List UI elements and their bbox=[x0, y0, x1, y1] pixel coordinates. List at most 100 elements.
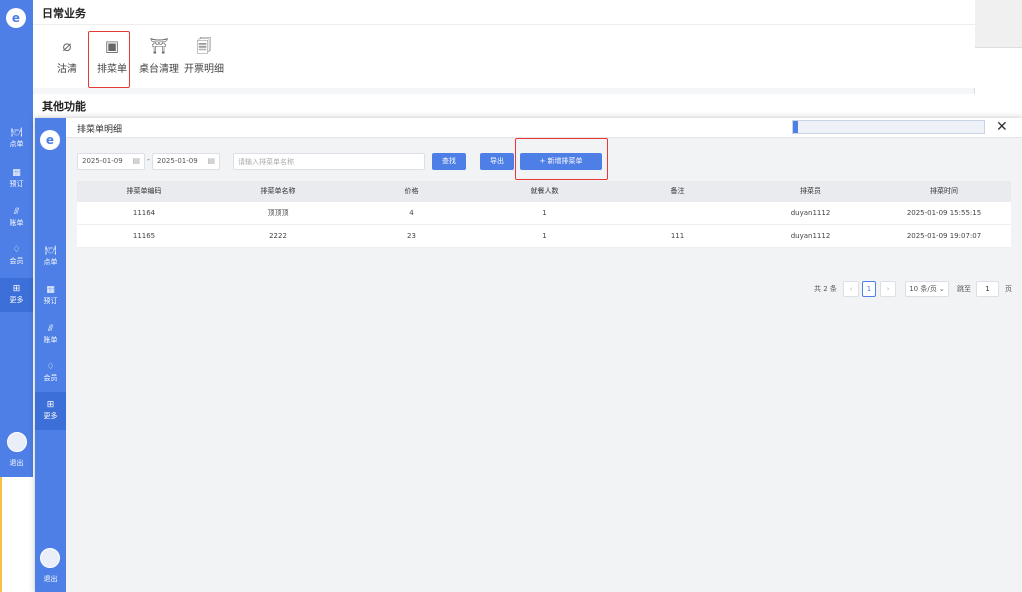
table-clean-icon: ⛩ bbox=[149, 37, 169, 55]
back-sidebar-item-reserve[interactable]: ▦ 预订 bbox=[0, 168, 33, 189]
biz-item-soldout[interactable]: ⌀ 沽清 bbox=[44, 36, 90, 75]
goto-label: 跳至 bbox=[957, 285, 971, 293]
window-edge bbox=[0, 477, 5, 592]
highlight-box bbox=[88, 31, 130, 88]
member-icon: ♢ bbox=[46, 362, 55, 372]
end-date-input[interactable]: 2025-01-09 ▤ bbox=[152, 153, 220, 170]
section-title-other: 其他功能 bbox=[42, 100, 86, 113]
calendar-icon: ▤ bbox=[207, 156, 215, 165]
sidebar-label: 账单 bbox=[43, 336, 58, 344]
sidebar-label: 账单 bbox=[9, 219, 24, 227]
page-unit-label: 页 bbox=[1005, 285, 1012, 293]
content-area: 2025-01-09 ▤ - 2025-01-09 ▤ 请输入排菜单名称 查找 … bbox=[66, 138, 1022, 592]
menu-table: 排菜单编码 排菜单名称 价格 就餐人数 备注 排菜员 排菜时间 11164 顶顶… bbox=[77, 181, 1011, 248]
end-date-value: 2025-01-09 bbox=[157, 157, 198, 165]
close-icon[interactable]: ✕ bbox=[996, 118, 1008, 136]
app-logo: e bbox=[40, 130, 60, 150]
avatar[interactable] bbox=[7, 432, 27, 452]
reserve-icon: ▦ bbox=[12, 168, 21, 178]
sidebar-item-more[interactable]: ⊞ 更多 bbox=[35, 392, 66, 430]
receipt-icon: 🗐 bbox=[196, 37, 212, 55]
column-header: 排菜单编码 bbox=[126, 187, 162, 195]
table-row[interactable]: 11164 顶顶顶 4 1 duyan1112 2025-01-09 15:55… bbox=[77, 202, 1011, 225]
column-header: 排菜单名称 bbox=[260, 187, 296, 195]
sidebar-label: 更多 bbox=[9, 296, 24, 304]
reserve-icon: ▦ bbox=[46, 285, 55, 295]
table-cell: 2025-01-09 19:07:07 bbox=[906, 232, 982, 240]
menu-name-search-input[interactable]: 请输入排菜单名称 bbox=[233, 153, 425, 170]
title-bar: 排菜单明细 ✕ bbox=[66, 118, 1022, 138]
grid-icon: ⊞ bbox=[12, 284, 21, 294]
table-cell: 顶顶顶 bbox=[267, 209, 289, 217]
member-icon: ♢ bbox=[12, 245, 21, 255]
table-row[interactable]: 11165 2222 23 1 111 duyan1112 2025-01-09… bbox=[77, 225, 1011, 248]
table-cell: duyan1112 bbox=[790, 232, 831, 240]
back-sidebar-item-bill[interactable]: ⫻ 账单 bbox=[0, 207, 33, 228]
front-sidebar: e 🍽 点单 ▦ 预订 ⫻ 账单 ♢ 会员 ⊞ 更多 退出 bbox=[35, 118, 66, 592]
floating-toolbar[interactable] bbox=[792, 120, 985, 134]
back-sidebar-item-order[interactable]: 🍽 点单 bbox=[0, 128, 33, 149]
biz-item-label: 桌台清理 bbox=[139, 64, 179, 75]
page-number-1[interactable]: 1 bbox=[862, 281, 876, 297]
divider bbox=[33, 24, 975, 25]
table-cell: 1 bbox=[542, 232, 547, 240]
daily-business-card: 日常业务 ⌀ 沽清 ▣ 排菜单 ⛩ 桌台清理 🗐 开票明细 bbox=[33, 0, 975, 88]
sidebar-label: 点单 bbox=[9, 140, 24, 148]
toolbar-handle[interactable] bbox=[793, 121, 798, 133]
export-button[interactable]: 导出 bbox=[480, 153, 514, 170]
logout-button[interactable]: 退出 bbox=[35, 574, 66, 584]
column-header: 排菜员 bbox=[800, 187, 821, 195]
table-cell: 23 bbox=[407, 232, 416, 240]
section-title-daily: 日常业务 bbox=[42, 7, 86, 20]
avatar[interactable] bbox=[40, 548, 60, 568]
table-cell: 111 bbox=[670, 232, 685, 240]
back-sidebar-item-more[interactable]: ⊞ 更多 bbox=[0, 278, 33, 312]
sidebar-label: 预订 bbox=[43, 297, 58, 305]
biz-item-label: 沽清 bbox=[57, 64, 77, 75]
search-button[interactable]: 查找 bbox=[432, 153, 466, 170]
date-range-separator: - bbox=[147, 155, 150, 164]
page-size-select[interactable]: 10 条/页 ⌄ bbox=[905, 281, 949, 297]
sidebar-label: 预订 bbox=[9, 180, 24, 188]
goto-page-input[interactable]: 1 bbox=[976, 281, 999, 297]
sidebar-item-order[interactable]: 🍽 点单 bbox=[35, 246, 66, 267]
table-cell bbox=[611, 202, 744, 224]
start-date-input[interactable]: 2025-01-09 ▤ bbox=[77, 153, 145, 170]
table-cell: 4 bbox=[409, 209, 414, 217]
back-sidebar: e 🍽 点单 ▦ 预订 ⫻ 账单 ♢ 会员 ⊞ 更多 退出 bbox=[0, 0, 33, 477]
sidebar-label: 点单 bbox=[43, 258, 58, 266]
biz-item-invoice[interactable]: 🗐 开票明细 bbox=[181, 36, 227, 75]
table-cell: 2025-01-09 15:55:15 bbox=[906, 209, 982, 217]
menu-detail-window: e 🍽 点单 ▦ 预订 ⫻ 账单 ♢ 会员 ⊞ 更多 退出 排菜单明细 ✕ 20… bbox=[35, 118, 1022, 592]
sidebar-label: 会员 bbox=[43, 374, 58, 382]
background-strip bbox=[975, 0, 1022, 48]
biz-item-table-clean[interactable]: ⛩ 桌台清理 bbox=[134, 36, 184, 75]
sidebar-label: 会员 bbox=[9, 257, 24, 265]
calendar-icon: ▤ bbox=[132, 156, 140, 165]
dish-icon: 🍽 bbox=[44, 246, 57, 256]
column-header: 备注 bbox=[670, 187, 685, 195]
app-logo: e bbox=[6, 8, 26, 28]
back-main-panel: 日常业务 ⌀ 沽清 ▣ 排菜单 ⛩ 桌台清理 🗐 开票明细 其他功能 bbox=[33, 0, 975, 125]
table-cell: 11164 bbox=[132, 209, 156, 217]
start-date-value: 2025-01-09 bbox=[82, 157, 123, 165]
column-header: 就餐人数 bbox=[530, 187, 559, 195]
grid-icon: ⊞ bbox=[46, 400, 55, 410]
prev-page-button[interactable]: ‹ bbox=[843, 281, 859, 297]
next-page-button[interactable]: › bbox=[880, 281, 896, 297]
back-sidebar-item-member[interactable]: ♢ 会员 bbox=[0, 245, 33, 266]
dish-icon: 🍽 bbox=[10, 128, 23, 138]
page-title: 排菜单明细 bbox=[77, 125, 123, 135]
sidebar-item-member[interactable]: ♢ 会员 bbox=[35, 362, 66, 383]
table-cell: duyan1112 bbox=[790, 209, 831, 217]
table-cell: 1 bbox=[542, 209, 547, 217]
table-cell: 2222 bbox=[269, 232, 287, 240]
sidebar-item-reserve[interactable]: ▦ 预订 bbox=[35, 285, 66, 306]
chart-icon: ⫻ bbox=[13, 207, 20, 217]
biz-item-label: 开票明细 bbox=[184, 64, 224, 75]
chart-icon: ⫻ bbox=[47, 324, 54, 334]
sidebar-item-bill[interactable]: ⫻ 账单 bbox=[35, 324, 66, 345]
table-cell: 11165 bbox=[132, 232, 156, 240]
column-header: 排菜时间 bbox=[930, 187, 958, 195]
back-logout-button[interactable]: 退出 bbox=[0, 458, 33, 468]
